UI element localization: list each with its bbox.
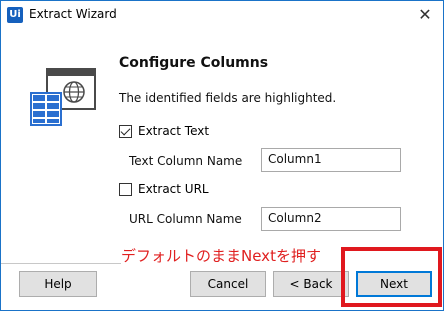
extract-wizard-window: Ui Extract Wizard ✕ Configure Columns Th…: [0, 0, 444, 311]
title-bar: Ui Extract Wizard ✕: [1, 1, 443, 29]
extract-text-label: Extract Text: [138, 124, 210, 138]
url-column-name-label: URL Column Name: [129, 212, 242, 226]
footer-divider: [1, 263, 121, 264]
extract-text-checkbox[interactable]: [119, 124, 132, 138]
help-button[interactable]: Help: [19, 271, 97, 297]
text-column-name-input[interactable]: Column1: [261, 148, 401, 172]
close-button[interactable]: ✕: [407, 1, 443, 29]
app-icon: Ui: [7, 7, 23, 23]
page-subtitle: The identified fields are highlighted.: [119, 91, 337, 105]
text-column-name-label: Text Column Name: [129, 154, 243, 168]
window-title: Extract Wizard: [29, 7, 117, 21]
extract-url-checkbox-row[interactable]: Extract URL: [119, 182, 209, 196]
annotation-text: デフォルトのままNextを押す: [121, 247, 321, 265]
extract-url-checkbox[interactable]: [119, 182, 132, 196]
url-column-name-input[interactable]: Column2: [261, 207, 401, 231]
extract-text-checkbox-row[interactable]: Extract Text: [119, 124, 209, 138]
extract-url-label: Extract URL: [138, 182, 209, 196]
page-title: Configure Columns: [119, 55, 269, 71]
back-button[interactable]: < Back: [273, 271, 349, 297]
cancel-button[interactable]: Cancel: [190, 271, 266, 297]
next-highlight-box: [341, 247, 442, 307]
table-globe-icon: [30, 68, 96, 126]
